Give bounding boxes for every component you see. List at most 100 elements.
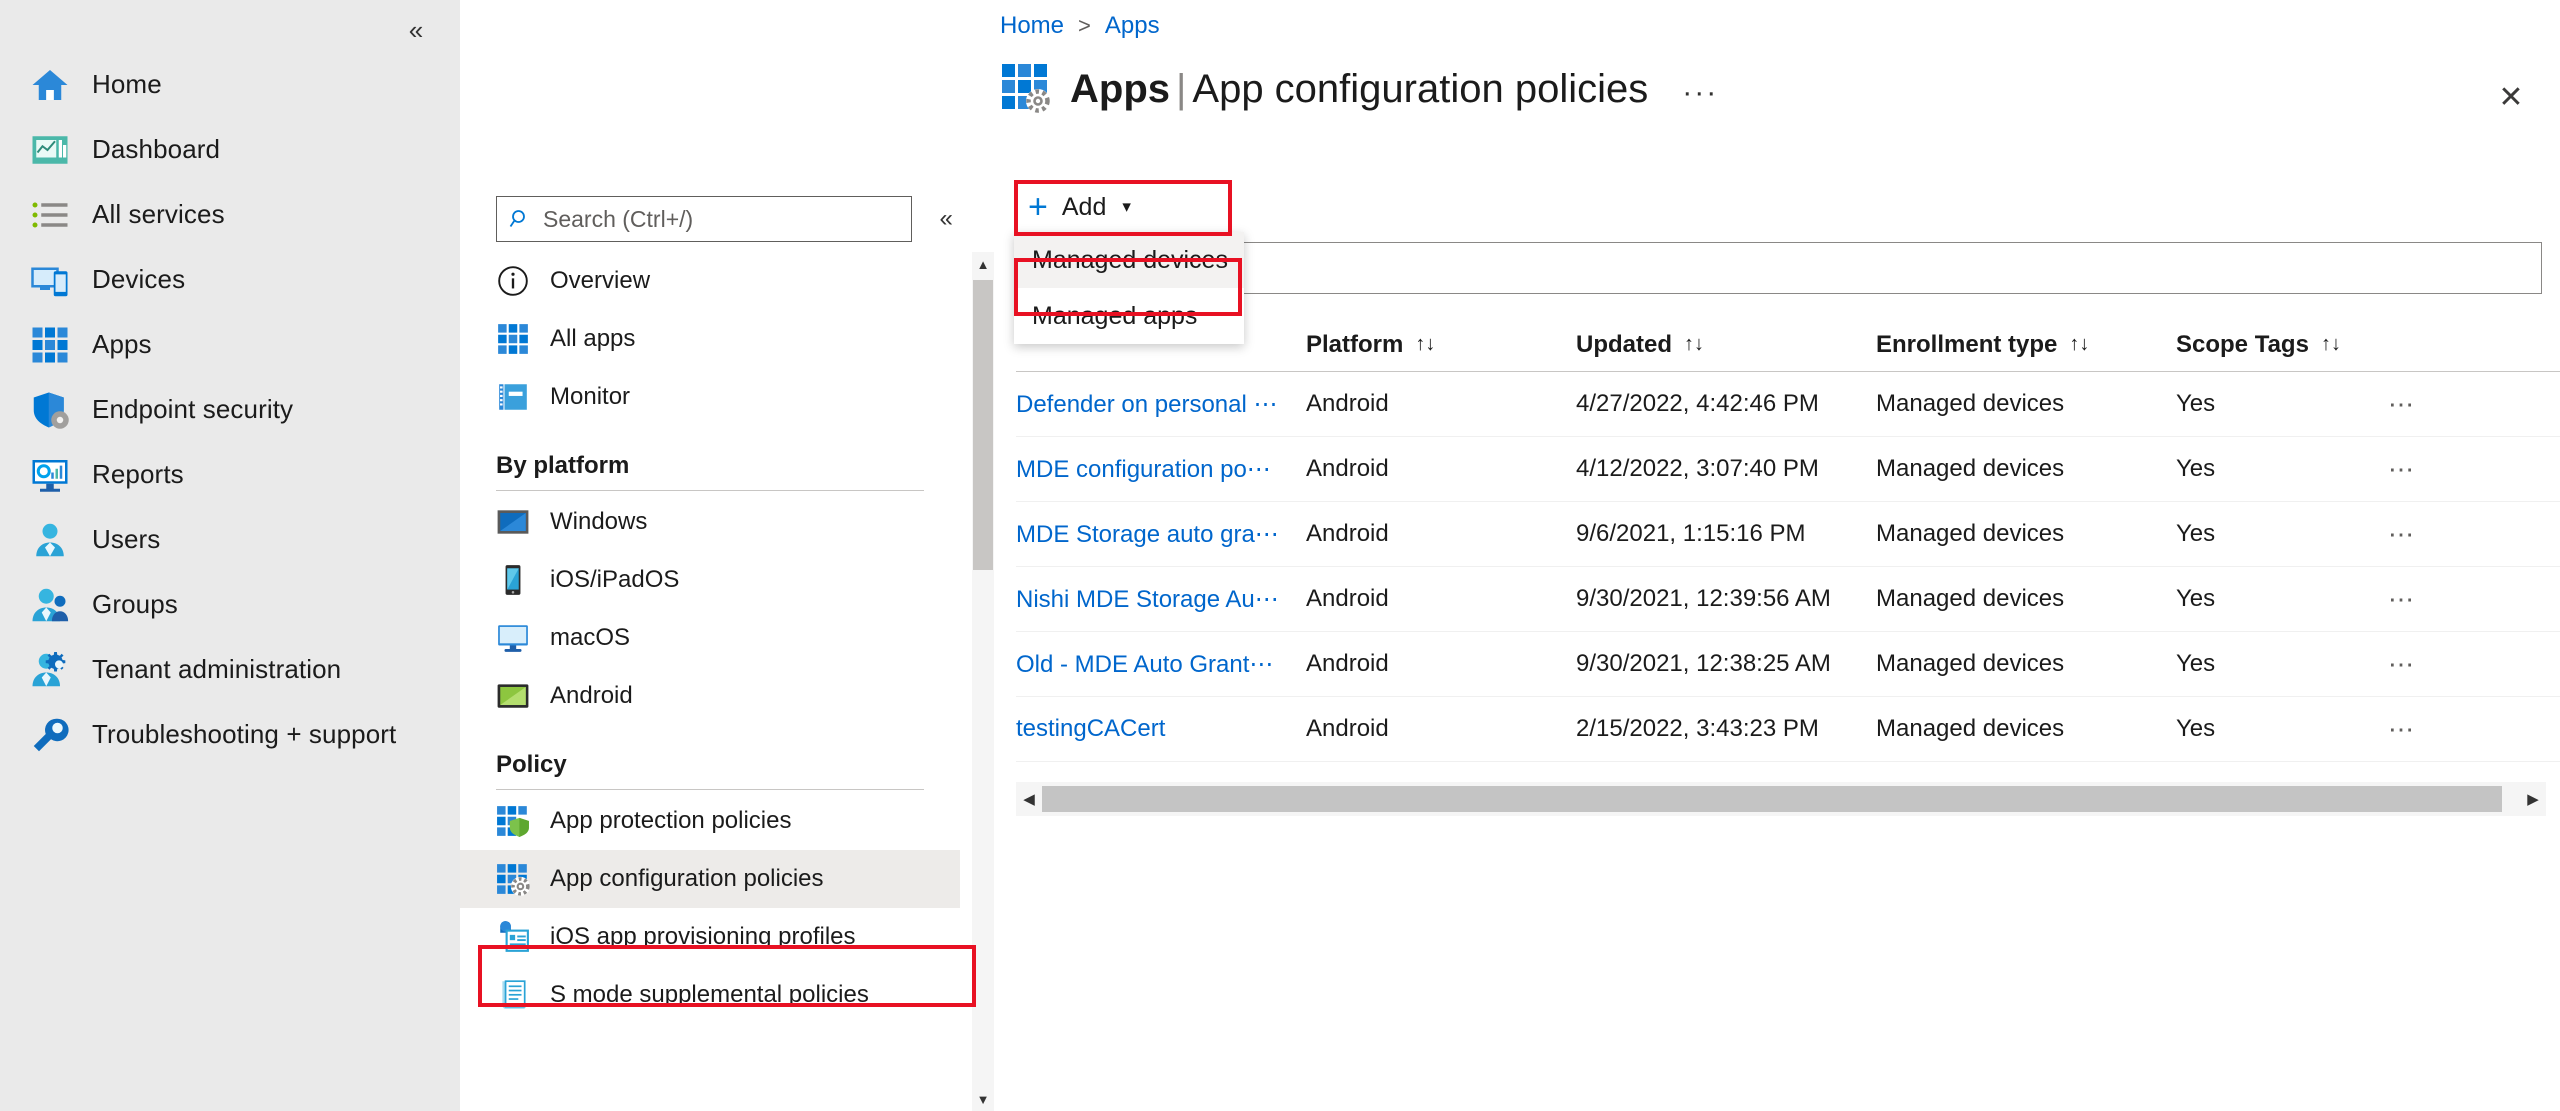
close-blade-button[interactable]: ✕ bbox=[2488, 74, 2534, 120]
breadcrumb-apps[interactable]: Apps bbox=[1105, 12, 1160, 40]
info-circle-icon bbox=[496, 264, 530, 298]
column-header-enrollment[interactable]: Enrollment type ↑↓ bbox=[1876, 331, 2176, 359]
nav-item-windows[interactable]: Windows bbox=[460, 493, 960, 551]
main-content: Home > Apps Apps | App configuration pol… bbox=[1000, 0, 2560, 1111]
table-row[interactable]: MDE configuration po⋯ Android 4/12/2022, 3… bbox=[1016, 437, 2560, 502]
nav-item-ios-ipados[interactable]: iOS/iPadOS bbox=[460, 551, 960, 609]
cell-name[interactable]: testingCACert bbox=[1016, 715, 1306, 743]
table-row[interactable]: MDE Storage auto gra⋯ Android 9/6/2021, 1:… bbox=[1016, 502, 2560, 567]
sidebar-item-label: Devices bbox=[92, 264, 186, 294]
user-gear-icon bbox=[30, 650, 70, 690]
sidebar-item-dashboard[interactable]: Dashboard bbox=[0, 117, 460, 182]
cell-platform: Android bbox=[1306, 650, 1389, 677]
cell-updated: 4/27/2022, 4:42:46 PM bbox=[1576, 390, 1819, 417]
sidebar-item-reports[interactable]: Reports bbox=[0, 442, 460, 507]
nav-item-monitor[interactable]: Monitor bbox=[460, 368, 960, 426]
blade-nav-scrollbar[interactable]: ▲ ▼ bbox=[972, 252, 994, 1111]
nav-item-label: Windows bbox=[550, 508, 648, 535]
nav-item-ios-app-provisioning-profiles[interactable]: iOS app provisioning profiles bbox=[460, 908, 960, 966]
column-header-platform[interactable]: Platform ↑↓ bbox=[1306, 331, 1576, 359]
sidebar-item-label: Groups bbox=[92, 589, 178, 619]
sort-arrows-icon: ↑↓ bbox=[1684, 333, 1704, 355]
table-row[interactable]: Nishi MDE Storage Au⋯ Android 9/30/2021, 1… bbox=[1016, 567, 2560, 632]
nav-item-android[interactable]: Android bbox=[460, 667, 960, 725]
nav-item-app-protection-policies[interactable]: App protection policies bbox=[460, 792, 960, 850]
sidebar-item-label: Reports bbox=[92, 459, 184, 489]
scroll-down-button[interactable]: ▼ bbox=[972, 1087, 994, 1111]
chevron-down-icon: ▾ bbox=[1122, 197, 1131, 216]
nav-item-app-configuration-policies[interactable]: App configuration policies bbox=[460, 850, 960, 908]
cell-scope: Yes bbox=[2176, 650, 2216, 677]
search-icon bbox=[507, 206, 533, 232]
sidebar-item-label: Tenant administration bbox=[92, 654, 342, 684]
chevron-double-left-icon: « bbox=[939, 205, 953, 232]
scroll-right-button[interactable]: ▶ bbox=[2520, 782, 2546, 816]
nav-item-label: Monitor bbox=[550, 383, 631, 410]
hscrollbar-thumb[interactable] bbox=[1042, 786, 2502, 812]
column-header-scope[interactable]: Scope Tags ↑↓ bbox=[2176, 331, 2356, 359]
scrollbar-thumb[interactable] bbox=[973, 280, 993, 570]
breadcrumb: Home > Apps bbox=[1000, 12, 1160, 40]
cell-name[interactable]: Nishi MDE Storage Au⋯ bbox=[1016, 585, 1306, 614]
table-horizontal-scrollbar[interactable]: ◀ ▶ bbox=[1016, 782, 2546, 816]
nav-item-overview[interactable]: Overview bbox=[460, 252, 960, 310]
menu-item-managed-apps[interactable]: Managed apps bbox=[1014, 288, 1244, 344]
blade-collapse-button[interactable]: « bbox=[928, 201, 964, 237]
apps-grid-icon bbox=[496, 322, 530, 356]
sidebar-item-users[interactable]: Users bbox=[0, 507, 460, 572]
table-row[interactable]: testingCACert Android 2/15/2022, 3:43:23 P… bbox=[1016, 697, 2560, 762]
nav-item-macos[interactable]: macOS bbox=[460, 609, 960, 667]
scroll-left-button[interactable]: ◀ bbox=[1016, 782, 1042, 816]
sidebar-item-label: Troubleshooting + support bbox=[92, 719, 397, 749]
sidebar-item-all-services[interactable]: All services bbox=[0, 182, 460, 247]
s-mode-icon bbox=[496, 978, 530, 1012]
sidebar-item-groups[interactable]: Groups bbox=[0, 572, 460, 637]
cell-name[interactable]: MDE Storage auto gra⋯ bbox=[1016, 520, 1306, 549]
azure-portal-window: « Home Dashboard All services Devices Apps En… bbox=[0, 0, 2560, 1111]
sidebar-item-tenant-administration[interactable]: Tenant administration bbox=[0, 637, 460, 702]
global-sidebar: « Home Dashboard All services Devices Apps En… bbox=[0, 0, 460, 1111]
cell-actions[interactable]: ⋯ bbox=[2356, 649, 2416, 680]
divider bbox=[496, 789, 924, 790]
breadcrumb-home[interactable]: Home bbox=[1000, 12, 1064, 40]
cell-actions[interactable]: ⋯ bbox=[2356, 519, 2416, 550]
menu-item-label: Managed apps bbox=[1032, 301, 1198, 330]
blade-search-box[interactable] bbox=[496, 196, 913, 242]
table-row[interactable]: Defender on personal ⋯ Android 4/27/2022, … bbox=[1016, 372, 2560, 437]
nav-item-all-apps[interactable]: All apps bbox=[460, 310, 960, 368]
cell-name[interactable]: MDE configuration po⋯ bbox=[1016, 455, 1306, 484]
scroll-up-button[interactable]: ▲ bbox=[972, 252, 994, 276]
nav-item-label: iOS/iPadOS bbox=[550, 566, 680, 593]
column-header-label: Enrollment type bbox=[1876, 330, 2058, 358]
page-more-actions-button[interactable]: ··· bbox=[1682, 76, 1718, 116]
cell-name[interactable]: Old - MDE Auto Grant⋯ bbox=[1016, 650, 1306, 679]
sidebar-item-endpoint-security[interactable]: Endpoint security bbox=[0, 377, 460, 442]
sidebar-item-troubleshooting-support[interactable]: Troubleshooting + support bbox=[0, 702, 460, 767]
cell-actions[interactable]: ⋯ bbox=[2356, 389, 2416, 420]
table-row[interactable]: Old - MDE Auto Grant⋯ Android 9/30/2021, 1… bbox=[1016, 632, 2560, 697]
sidebar-item-label: Dashboard bbox=[92, 134, 221, 164]
cell-actions[interactable]: ⋯ bbox=[2356, 714, 2416, 745]
sidebar-item-devices[interactable]: Devices bbox=[0, 247, 460, 312]
column-header-updated[interactable]: Updated ↑↓ bbox=[1576, 331, 1876, 359]
cell-name[interactable]: Defender on personal ⋯ bbox=[1016, 390, 1306, 419]
breadcrumb-separator: > bbox=[1078, 13, 1091, 38]
menu-item-managed-devices[interactable]: Managed devices bbox=[1014, 232, 1244, 288]
apps-grid-icon bbox=[30, 325, 70, 365]
nav-group-by-platform: By platform bbox=[460, 426, 960, 493]
cell-platform: Android bbox=[1306, 390, 1389, 417]
filter-input[interactable] bbox=[1224, 242, 2542, 294]
sidebar-item-apps[interactable]: Apps bbox=[0, 312, 460, 377]
nav-item-label: App protection policies bbox=[550, 807, 792, 834]
sidebar-item-home[interactable]: Home bbox=[0, 52, 460, 117]
sidebar-collapse-button[interactable]: « bbox=[394, 8, 438, 52]
cell-actions[interactable]: ⋯ bbox=[2356, 584, 2416, 615]
add-button[interactable]: + Add ▾ bbox=[1016, 182, 1149, 232]
ios-device-icon bbox=[496, 563, 530, 597]
command-bar: + Add ▾ bbox=[1016, 182, 1149, 232]
nav-item-s-mode-supplemental-policies[interactable]: S mode supplemental policies bbox=[460, 966, 960, 1024]
cell-actions[interactable]: ⋯ bbox=[2356, 454, 2416, 485]
search-input[interactable] bbox=[541, 204, 902, 234]
cell-updated: 9/30/2021, 12:38:25 AM bbox=[1576, 650, 1831, 677]
all-services-icon bbox=[30, 195, 70, 235]
